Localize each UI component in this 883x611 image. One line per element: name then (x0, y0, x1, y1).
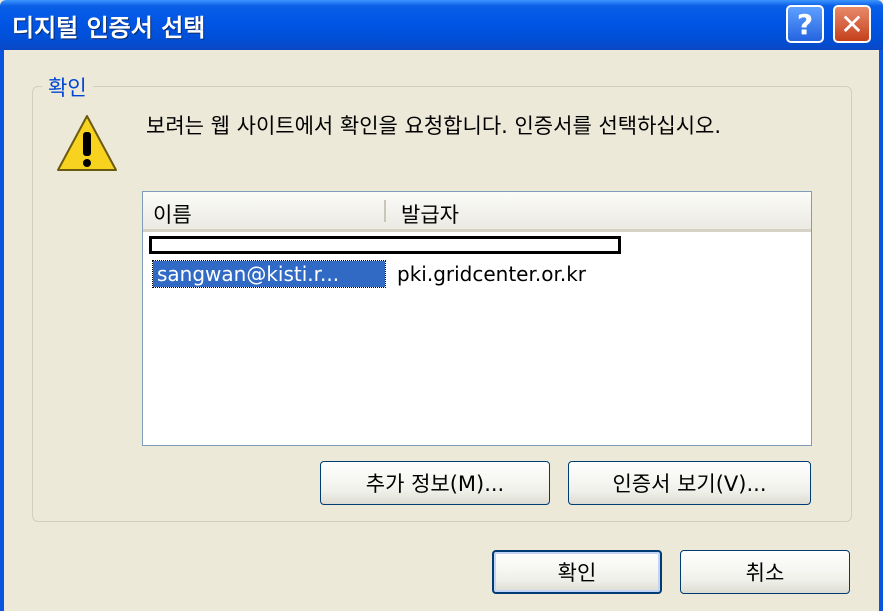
help-button[interactable]: ? (786, 5, 824, 43)
window-title: 디지털 인증서 선택 (12, 14, 206, 42)
column-separator[interactable] (384, 200, 386, 222)
groupbox-label: 확인 (42, 72, 93, 102)
title-bar[interactable]: 디지털 인증서 선택 ? ✕ (0, 0, 883, 50)
certificate-list[interactable]: 이름 발급자 sangwan@kisti.r... pki.gridcenter… (142, 191, 812, 446)
prompt-message: 보려는 웹 사이트에서 확인을 요청합니다. 인증서를 선택하십시오. (146, 114, 722, 138)
more-info-button[interactable]: 추가 정보(M)... (320, 461, 550, 505)
list-item[interactable]: sangwan@kisti.r... pki.gridcenter.or.kr (143, 260, 811, 289)
view-certificate-button[interactable]: 인증서 보기(V)... (568, 461, 811, 505)
column-header-issuer[interactable]: 발급자 (401, 199, 459, 229)
ok-button[interactable]: 확인 (492, 550, 662, 594)
window-frame-left (0, 50, 4, 611)
cert-issuer-cell[interactable]: pki.gridcenter.or.kr (397, 261, 586, 287)
warning-icon (57, 115, 117, 171)
close-icon: ✕ (840, 7, 864, 41)
cancel-button[interactable]: 취소 (680, 550, 850, 594)
list-header: 이름 발급자 (143, 192, 811, 232)
close-button[interactable]: ✕ (833, 5, 871, 43)
window-frame-right (879, 50, 883, 611)
redaction-bar (149, 236, 621, 254)
cert-name-cell[interactable]: sangwan@kisti.r... (152, 260, 386, 288)
column-header-name[interactable]: 이름 (153, 199, 192, 229)
help-icon: ? (796, 7, 814, 41)
